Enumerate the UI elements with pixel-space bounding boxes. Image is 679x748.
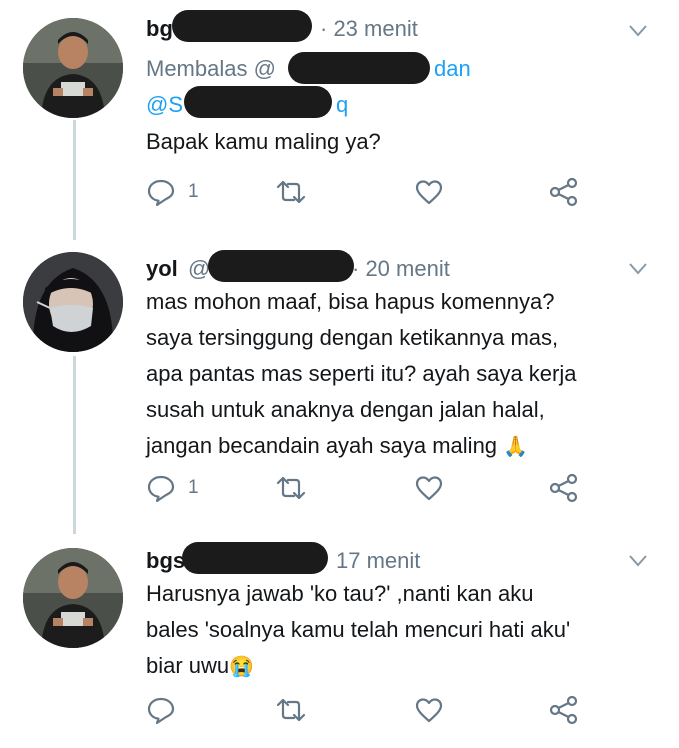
person-photo-icon — [23, 18, 123, 118]
reply-icon — [147, 697, 175, 725]
like-button[interactable] — [414, 172, 444, 212]
chevron-down-icon[interactable] — [628, 554, 648, 568]
tweet-1[interactable]: bg · 23 menit Membalas @ dan @S q Bapak … — [0, 0, 679, 240]
reply-button[interactable] — [146, 690, 188, 730]
reply-mention-dan[interactable]: dan — [434, 56, 471, 82]
reply-to-line: Membalas @ — [146, 56, 276, 82]
share-button[interactable] — [548, 468, 580, 508]
heart-icon — [415, 476, 443, 501]
like-button[interactable] — [414, 468, 444, 508]
share-icon — [549, 177, 578, 207]
like-button[interactable] — [414, 690, 444, 730]
author-name[interactable]: yol — [146, 256, 178, 282]
reply-icon — [147, 179, 175, 207]
reply-icon — [147, 475, 175, 503]
tweet-actions: 1 — [146, 172, 606, 212]
heart-icon — [415, 180, 443, 205]
retweet-icon — [276, 698, 306, 722]
redacted-handle — [288, 52, 430, 84]
reply-mention-second[interactable]: @S — [146, 92, 183, 118]
share-button[interactable] — [548, 690, 580, 730]
handle-prefix: @ — [188, 256, 211, 281]
tweet-time[interactable]: · 23 menit — [320, 16, 418, 42]
author-name[interactable]: bg — [146, 16, 173, 42]
reply-count: 1 — [188, 181, 199, 202]
tweet-time[interactable]: 17 menit — [336, 548, 420, 574]
tweet-actions: 1 — [146, 468, 606, 508]
retweet-button[interactable] — [274, 468, 308, 508]
tweet-actions — [146, 690, 606, 730]
author-name[interactable]: bgs — [146, 548, 185, 574]
retweet-button[interactable] — [274, 690, 308, 730]
redacted-handle — [182, 542, 328, 574]
crying-emoji: 😭 — [229, 656, 255, 678]
redacted-handle — [172, 10, 312, 42]
redacted-handle — [184, 86, 332, 118]
chevron-down-icon[interactable] — [628, 262, 648, 276]
reply-button[interactable]: 1 — [146, 468, 199, 508]
person-photo-icon — [23, 548, 123, 648]
heart-icon — [415, 698, 443, 723]
retweet-button[interactable] — [274, 172, 308, 212]
share-icon — [549, 473, 578, 503]
pray-emoji: 🙏 — [503, 436, 529, 458]
tweet-text: Harusnya jawab 'ko tau?' ,nanti kan aku … — [146, 581, 571, 678]
reply-count: 1 — [188, 477, 199, 498]
share-button[interactable] — [548, 172, 580, 212]
tweet-text: Bapak kamu maling ya? — [146, 129, 381, 154]
retweet-icon — [276, 180, 306, 204]
avatar[interactable] — [23, 18, 123, 118]
share-icon — [549, 695, 578, 725]
reply-prefix: Membalas @ — [146, 56, 276, 81]
tweet-2[interactable]: yol @ · 20 menit mas mohon maaf, bisa ha… — [0, 240, 679, 536]
avatar[interactable] — [23, 252, 123, 352]
chevron-down-icon[interactable] — [628, 24, 648, 38]
tweet-time[interactable]: · 20 menit — [352, 256, 450, 282]
tweet-3[interactable]: bgs 17 menit Harusnya jawab 'ko tau?' ,n… — [0, 536, 679, 748]
redacted-handle — [208, 250, 354, 282]
masked-person-photo-icon — [23, 252, 123, 352]
tweet-text: mas mohon maaf, bisa hapus komennya? say… — [146, 289, 577, 458]
retweet-icon — [276, 476, 306, 500]
reply-mention-suffix[interactable]: q — [336, 92, 348, 118]
reply-button[interactable]: 1 — [146, 172, 199, 212]
avatar[interactable] — [23, 548, 123, 648]
